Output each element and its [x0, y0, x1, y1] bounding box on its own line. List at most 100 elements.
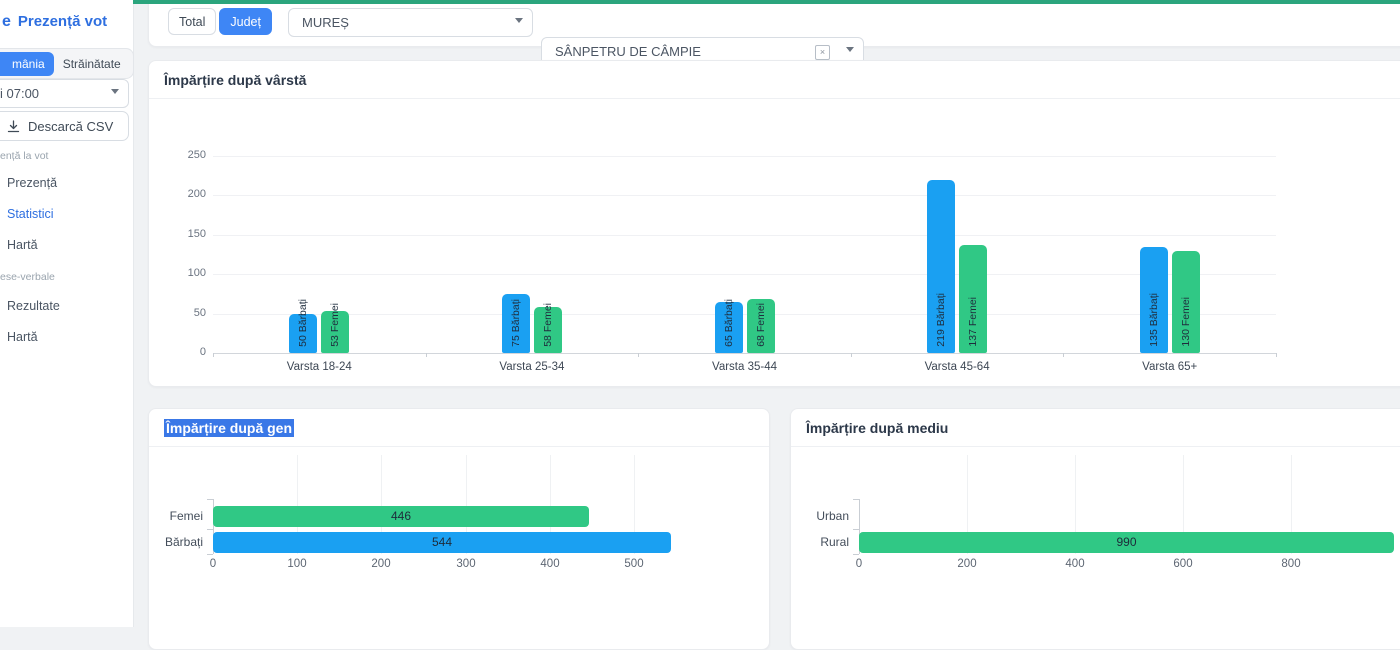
app-logo-icon: e	[2, 13, 11, 30]
sidebar-item-harta-prezenta[interactable]: Hartă	[7, 238, 38, 252]
x-axis-tick	[638, 353, 639, 357]
bar-label: 58 Femei	[542, 303, 554, 347]
x-tick-label: 200	[371, 558, 390, 570]
age-chart-plot: 050100150200250Varsta 18-2450 Bărbați53 …	[149, 98, 1400, 386]
bar-value-label: 544	[432, 535, 452, 549]
sidebar-item-harta-rezultate[interactable]: Hartă	[7, 330, 38, 344]
y-axis-tick	[207, 529, 213, 530]
time-dropdown-value: i 07:00	[0, 86, 39, 101]
app-logo-row: ePrezență vot	[0, 13, 133, 31]
chevron-down-icon	[111, 89, 119, 94]
bar-label: 65 Bărbați	[723, 299, 735, 347]
age-chart-card: Împărțire după vârstă 050100150200250Var…	[148, 60, 1400, 387]
gridline	[213, 235, 1276, 236]
bar-bărbați: 75 Bărbați	[502, 294, 530, 353]
bar-bărbați: 65 Bărbați	[715, 302, 743, 353]
download-csv-label: Descarcă CSV	[28, 119, 113, 134]
y-category-label: Femei	[149, 509, 203, 523]
time-dropdown[interactable]: i 07:00	[0, 79, 129, 108]
bar-value-label: 990	[1116, 535, 1136, 549]
x-axis-tick	[1276, 353, 1277, 357]
bar-bărbați: 50 Bărbați	[289, 314, 317, 353]
judet-select[interactable]: MUREȘ	[288, 8, 533, 37]
x-tick-label: 400	[1065, 558, 1084, 570]
nivel-option-judet[interactable]: Județ	[219, 8, 272, 35]
download-icon	[7, 120, 20, 133]
y-axis-tick	[207, 554, 213, 555]
bar-bărbați: 135 Bărbați	[1140, 247, 1168, 353]
x-axis-tick	[213, 353, 214, 357]
tab-romania[interactable]: mânia	[0, 52, 54, 76]
x-category-label: Varsta 25-34	[499, 361, 564, 373]
x-tick-label: 600	[1173, 558, 1192, 570]
nav-section-procese-verbale: ese-verbale	[0, 271, 55, 283]
tab-strainatate[interactable]: Străinătate	[54, 52, 130, 76]
bar-label: 53 Femei	[329, 303, 341, 347]
y-tick-label: 0	[149, 346, 206, 358]
x-axis-tick	[1063, 353, 1064, 357]
y-category-label: Bărbați	[149, 535, 203, 549]
chart-title-mediu: Împărțire după mediu	[806, 420, 948, 436]
chart-title-gen: Împărțire după gen	[164, 419, 294, 437]
bar-label: 130 Femei	[1180, 297, 1192, 347]
x-tick-label: 0	[856, 558, 862, 570]
bar-femei: 58 Femei	[534, 307, 562, 353]
nav-section-prezenta-la-vot: ență la vot	[0, 150, 48, 162]
bar-bărbați: 219 Bărbați	[927, 180, 955, 353]
bar-femei: 68 Femei	[747, 299, 775, 353]
uat-select-value: SÂNPETRU DE CÂMPIE	[555, 44, 701, 59]
bar-label: 137 Femei	[967, 297, 979, 347]
y-tick-label: 200	[149, 188, 206, 200]
x-axis-tick	[851, 353, 852, 357]
nivel-toggle: TotalJudeț	[168, 8, 272, 37]
sidebar-item-statistici[interactable]: Statistici	[7, 207, 54, 221]
x-tick-label: 0	[210, 558, 216, 570]
bar-label: 135 Bărbați	[1148, 293, 1160, 347]
sidebar: ePrezență vot mânia Străinătate i 07:00 …	[0, 0, 134, 627]
x-axis-line	[213, 353, 1276, 354]
mediu-chart-plot: 0200400600800UrbanRural990	[791, 446, 1400, 649]
gridline	[213, 195, 1276, 196]
y-tick-label: 100	[149, 267, 206, 279]
gridline	[213, 156, 1276, 157]
bar-label: 75 Bărbați	[510, 299, 522, 347]
clear-icon[interactable]: ×	[815, 45, 830, 60]
sidebar-item-rezultate[interactable]: Rezultate	[7, 299, 60, 313]
x-axis-tick	[426, 353, 427, 357]
chevron-down-icon	[515, 18, 523, 23]
sidebar-item-prezenta[interactable]: Prezență	[7, 176, 57, 190]
y-axis-tick	[853, 499, 859, 500]
y-axis-tick	[853, 529, 859, 530]
nivel-option-total[interactable]: Total	[168, 8, 216, 35]
x-category-label: Varsta 65+	[1142, 361, 1197, 373]
y-category-label: Urban	[791, 509, 849, 523]
x-category-label: Varsta 45-64	[925, 361, 990, 373]
bar-femei: 53 Femei	[321, 311, 349, 353]
chart-title-age: Împărțire după vârstă	[164, 72, 306, 88]
y-tick-label: 50	[149, 307, 206, 319]
judet-select-value: MUREȘ	[302, 15, 349, 30]
x-tick-label: 100	[287, 558, 306, 570]
x-category-label: Varsta 35-44	[712, 361, 777, 373]
download-csv-button[interactable]: Descarcă CSV	[0, 111, 129, 141]
x-tick-label: 800	[1281, 558, 1300, 570]
country-tabs: mânia Străinătate	[0, 48, 134, 79]
filter-bar: NIVEL TotalJudeț JUDEȚ MUREȘ UAT SÂNPETR…	[148, 0, 1400, 47]
x-tick-label: 500	[624, 558, 643, 570]
mediu-chart-card: Împărțire după mediu 0200400600800UrbanR…	[790, 408, 1400, 650]
gen-chart-card: Împărțire după gen 0100200300400500Femei…	[148, 408, 770, 650]
bar-femei: 130 Femei	[1172, 251, 1200, 353]
x-tick-label: 300	[456, 558, 475, 570]
x-tick-label: 200	[957, 558, 976, 570]
gridline	[213, 314, 1276, 315]
mediu-chart-header: Împărțire după mediu	[791, 409, 1400, 447]
y-axis-tick	[207, 499, 213, 500]
age-chart-header: Împărțire după vârstă	[149, 61, 1400, 99]
gen-chart-header: Împărțire după gen	[149, 409, 769, 447]
bar-femei: 137 Femei	[959, 245, 987, 353]
top-accent-bar	[133, 0, 1400, 4]
y-axis-tick	[853, 554, 859, 555]
chevron-down-icon	[846, 47, 854, 52]
x-category-label: Varsta 18-24	[287, 361, 352, 373]
gen-chart-plot: 0100200300400500Femei446Bărbați544	[149, 446, 769, 649]
